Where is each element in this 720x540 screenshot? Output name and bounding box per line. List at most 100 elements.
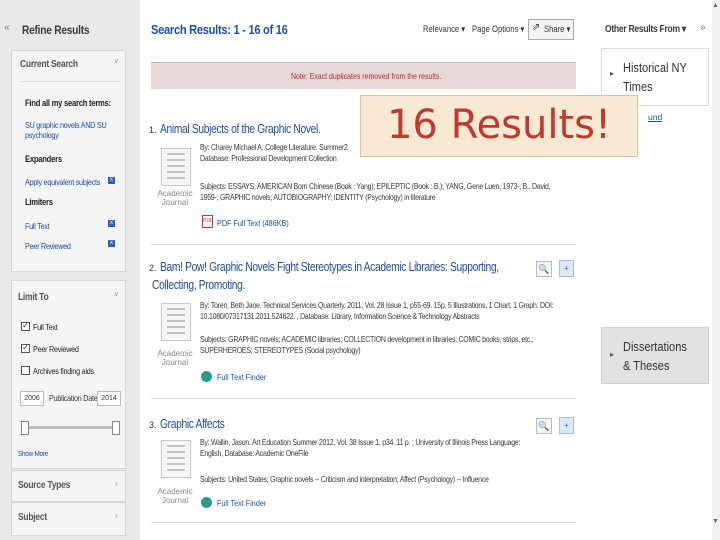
result-database-line: Database: Professional Development Colle… [200,153,337,163]
dissertations-title-cont: & Theses [623,358,670,373]
chevron-down-icon[interactable]: ˅ [114,57,119,66]
subject-heading[interactable]: Subject [18,512,47,523]
result-subjects-cont: SUPERHEROES; STEREOTYPES (Social psychol… [200,345,361,355]
full-text-finder-link[interactable]: Full Text Finder [217,372,266,382]
result-title-link-cont[interactable]: Collecting, Promoting. [152,278,245,292]
source-types-heading[interactable]: Source Types [18,480,70,491]
limiter-peer-reviewed: Peer Reviewed [25,241,71,251]
limit-to-panel: Limit To ˅ ✓ Full Text ✓ Peer Reviewed A… [11,280,126,469]
add-to-folder-icon[interactable]: + [559,417,574,434]
scroll-up-icon[interactable]: ▲ [712,2,719,9]
limiter-full-text: Full Text [25,221,50,231]
duplicates-note: Note: Exact duplicates removed from the … [291,71,442,81]
result-divider [151,398,576,399]
nyt-title-cont: Times [623,79,653,94]
result-database-line: 10.1080/07317131.2011.524622. , Database… [200,311,480,321]
search-terms-link[interactable]: SU graphic novels AND SU [25,120,107,130]
pdf-icon[interactable]: PDF [202,215,213,228]
find-all-terms-label: Find all my search terms: [25,98,111,108]
date-from-input[interactable]: 2006 [20,391,44,406]
dissertations-panel[interactable]: ▸ Dissertations & Theses [601,327,709,384]
result-divider [151,244,576,245]
results-area: Search Results: 1 - 16 of 16 Relevance ▾… [145,0,583,540]
publication-type-label: Academic Journal [157,189,193,207]
dissertations-title: Dissertations [623,339,687,354]
preview-magnifier-icon[interactable]: 🔍 [536,418,552,434]
share-button[interactable]: ⇗ Share ▾ [528,19,574,40]
add-to-folder-icon[interactable]: + [559,260,574,277]
result-source-line: By: Wallin, Jason. Art Education Summer … [200,437,521,447]
publication-date-label: Publication Date [49,393,98,403]
preview-magnifier-icon[interactable]: 🔍 [536,261,552,277]
full-text-finder-link[interactable]: Full Text Finder [217,498,266,508]
remove-expander-icon[interactable]: x [108,177,115,184]
share-label: Share ▾ [544,24,571,34]
nyt-result-link[interactable]: und [648,112,662,122]
result-subjects: Subjects: GRAPHIC novels; ACADEMIC libra… [200,334,534,344]
refine-results-title: Refine Results [22,23,90,37]
academic-journal-icon [161,440,191,478]
nyt-title: Historical NY [623,60,687,75]
date-slider-track[interactable] [22,426,118,429]
result-subjects: Subjects: United States; Graphic novels … [200,474,489,484]
result-title-link[interactable]: Bam! Pow! Graphic Novels Fight Stereotyp… [160,260,499,274]
collapse-right-icon[interactable]: » [700,22,706,33]
result-subjects-cont: 1959-; GRAPHIC novels; AUTOBIOGRAPHY; ID… [200,192,436,202]
duplicates-note-bar: Note: Exact duplicates removed from the … [151,62,576,89]
vertical-scrollbar[interactable]: ▲ ▼ [712,0,720,540]
result-database-line: English, Database: Academic OneFile [200,448,309,458]
peer-reviewed-option: Peer Reviewed [33,344,79,354]
full-text-finder-icon[interactable] [201,497,212,508]
limiters-label: Limiters [25,197,53,207]
current-search-heading[interactable]: Current Search [20,59,78,70]
result-item-2: 2. Bam! Pow! Graphic Novels Fight Stereo… [149,255,579,390]
remove-full-text-icon[interactable]: x [108,220,115,227]
scroll-down-icon[interactable]: ▼ [712,518,719,525]
expanders-label: Expanders [25,154,62,164]
chevron-right-icon[interactable]: › [115,511,118,520]
expander-item: Apply equivalent subjects [25,177,101,187]
result-number: 2. [149,263,157,273]
page-options-dropdown[interactable]: Page Options ▾ [472,24,524,35]
result-source-line: By: Charey Michael A. College Literature… [200,142,348,152]
full-text-checkbox[interactable]: ✓ [21,322,30,331]
publication-type-label: Academic Journal [157,349,193,367]
result-divider [151,522,576,523]
result-subjects: Subjects: ESSAYS; AMERICAN Born Chinese … [200,181,551,191]
result-title-link[interactable]: Graphic Affects [160,417,225,431]
academic-journal-icon [161,303,191,341]
refine-sidebar: « Refine Results Current Search ˅ Find a… [0,0,140,540]
date-slider-right-handle[interactable] [112,421,120,435]
results-callout-overlay: 16 Results! [360,95,638,157]
show-more-link[interactable]: Show More [18,449,48,459]
publication-type-label: Academic Journal [157,487,193,505]
share-icon: ⇗ [532,22,541,33]
academic-journal-icon [161,148,191,186]
date-slider-left-handle[interactable] [21,421,29,435]
search-terms-link-cont[interactable]: psychology [25,130,59,140]
full-text-option: Full Text [33,322,58,332]
expand-arrow-icon[interactable]: ▸ [610,69,614,78]
chevron-right-icon[interactable]: › [115,479,118,488]
other-results-dropdown[interactable]: Other Results From ▾ [605,24,686,35]
result-number: 3. [149,420,157,430]
results-count-title: Search Results: 1 - 16 of 16 [151,22,288,37]
subject-facet[interactable]: Subject › [11,502,126,536]
result-title-link[interactable]: Animal Subjects of the Graphic Novel. [160,122,321,136]
result-item-3: 3. Graphic Affects 🔍 + By: Wallin, Jason… [149,412,579,527]
other-results-column: Other Results From ▾ » ▸ Historical NY T… [588,0,720,540]
collapse-left-icon[interactable]: « [4,22,10,33]
expand-arrow-icon[interactable]: ▸ [610,350,614,359]
current-search-panel: Current Search ˅ Find all my search term… [11,50,126,272]
full-text-finder-icon[interactable] [201,371,212,382]
relevance-dropdown[interactable]: Relevance ▾ [423,24,465,35]
result-number: 1. [149,125,157,135]
archives-checkbox[interactable] [21,366,30,375]
remove-peer-reviewed-icon[interactable]: x [108,240,115,247]
source-types-facet[interactable]: Source Types › [11,470,126,502]
chevron-down-icon[interactable]: ˅ [114,290,119,299]
limit-to-heading[interactable]: Limit To [18,292,49,303]
pdf-full-text-link[interactable]: PDF Full Text (486KB) [217,218,289,228]
peer-reviewed-checkbox[interactable]: ✓ [21,344,30,353]
date-to-input[interactable]: 2014 [97,391,121,406]
